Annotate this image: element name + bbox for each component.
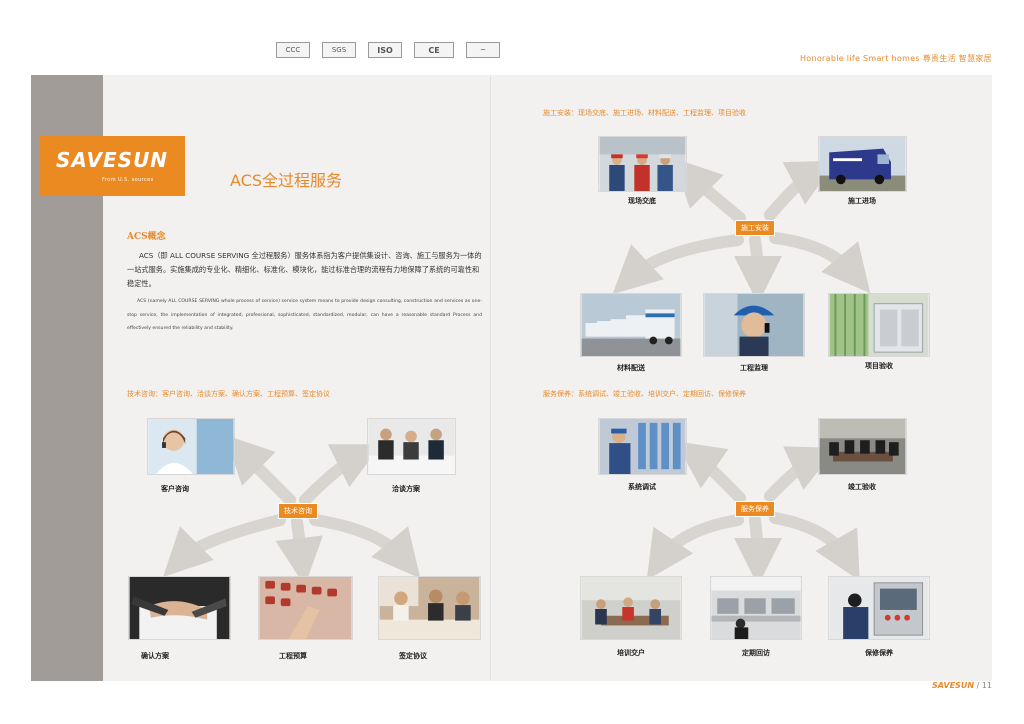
photo-customer-consult [147, 418, 235, 475]
caption-training-handover: 培训交户 [617, 649, 645, 657]
cert-mark-3: ISO [368, 42, 402, 58]
caption-customer-consult: 客户咨询 [161, 485, 189, 493]
photo-regular-visit [710, 576, 802, 640]
caption-negotiate-plan: 洽谈方案 [392, 485, 420, 493]
footer-brand: SAVESUN [932, 681, 975, 690]
hub-tech-consult: 技术咨询 [278, 503, 318, 519]
concept-heading: ACS概念 [127, 232, 166, 242]
photo-site-briefing [598, 136, 687, 192]
photo-sign-agreement [378, 576, 481, 640]
logo-brand: SAVESUN [56, 148, 169, 172]
photo-construction-entry [818, 136, 907, 192]
photo-project-budget [258, 576, 353, 640]
caption-project-supervision: 工程监理 [740, 364, 768, 372]
hub-construction-install: 施工安装 [735, 220, 775, 236]
savesun-logo: SAVESUN From U.S. sources [40, 136, 185, 196]
caption-site-briefing: 现场交底 [628, 197, 656, 205]
page-footer: SAVESUN / 11 [932, 681, 992, 690]
photo-completion-acceptance [818, 418, 907, 475]
page-fold-divider [490, 75, 491, 681]
photo-system-debug [598, 418, 687, 475]
photo-project-acceptance [828, 293, 930, 357]
concept-english-text: ACS (namely ALL COURSE SERVING whole pro… [127, 299, 482, 331]
photo-confirm-plan [128, 576, 231, 640]
consult-section-label: 技术咨询：客户咨询、洽谈方案、确认方案、工程预算、签定协议 [127, 390, 330, 398]
caption-sign-agreement: 签定协议 [399, 652, 427, 660]
caption-completion-acceptance: 竣工验收 [848, 483, 876, 491]
certification-row: CCC SGS ISO CE ~ [276, 42, 500, 58]
cert-mark-4: CE [414, 42, 454, 58]
photo-warranty-maintenance [828, 576, 930, 640]
caption-project-budget: 工程预算 [279, 652, 307, 660]
service-section-label: 服务保养：系统调试、竣工验收、培训交户、定期回访、保修保养 [543, 390, 746, 398]
hub-service-maintain: 服务保养 [735, 501, 775, 517]
photo-negotiate-plan [367, 418, 456, 475]
caption-regular-visit: 定期回访 [742, 649, 770, 657]
logo-subtitle: From U.S. sources [102, 177, 154, 183]
photo-training-handover [580, 576, 682, 640]
cert-mark-1: CCC [276, 42, 310, 58]
caption-project-acceptance: 项目验收 [865, 362, 893, 370]
page-number: / 11 [974, 681, 992, 690]
caption-material-delivery: 材料配送 [617, 364, 645, 372]
page-title: ACS全过程服务 [230, 171, 342, 190]
caption-warranty-maintenance: 保修保养 [865, 649, 893, 657]
concept-chinese-text: ACS（即 ALL COURSE SERVING 全过程服务）服务体系指为客户提… [127, 251, 482, 288]
cert-mark-2: SGS [322, 42, 356, 58]
caption-construction-entry: 施工进场 [848, 197, 876, 205]
caption-system-debug: 系统调试 [628, 483, 656, 491]
brochure-page: CCC SGS ISO CE ~ Honorable life Smart ho… [0, 0, 1024, 724]
photo-material-delivery [580, 293, 682, 357]
cert-mark-5: ~ [466, 42, 500, 58]
caption-confirm-plan: 确认方案 [141, 652, 169, 660]
install-section-label: 施工安装：现场交底、施工进场、材料配送、工程监理、项目验收 [543, 109, 746, 117]
photo-project-supervision [703, 293, 805, 357]
tagline: Honorable life Smart homes 尊贵生活 智慧家居 [799, 54, 992, 63]
